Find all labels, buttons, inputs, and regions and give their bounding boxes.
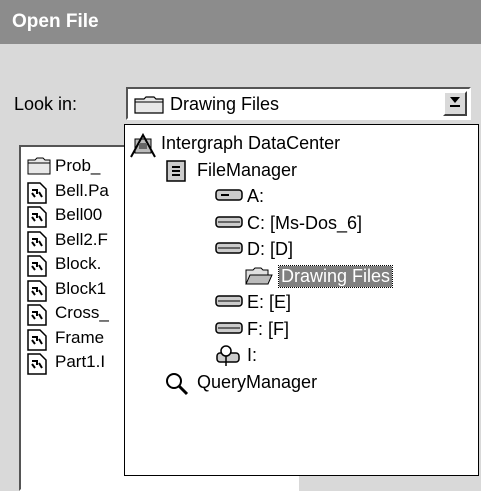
look-in-dropdown-list[interactable]: Intergraph DataCenter FileManager A: C: [Ms… [124,124,479,476]
file-name: Bell2.F [55,229,108,249]
filemanager-icon [165,159,187,187]
file-name: Bell00 [55,205,103,224]
file-icon [27,304,47,331]
dropdown-item-label: Drawing Files [277,264,394,288]
file-name: Frame [55,327,105,347]
dropdown-item-label: QueryManager [197,371,318,392]
file-name: Cross_ [55,303,109,322]
file-name: Prob_ [55,156,101,175]
hard-drive-icon [215,292,243,313]
file-icon [27,230,47,258]
floppy-drive-icon [215,186,243,207]
folder-icon [27,157,51,180]
file-name: Block. [55,254,102,273]
file-name: Bell.Pa [55,180,109,200]
down-arrow-icon [450,97,460,107]
hard-drive-icon [215,213,243,234]
file-icon [27,279,47,307]
look-in-combobox[interactable]: Drawing Files [126,87,471,120]
file-name: Part1.I [55,352,106,371]
file-icon [27,328,47,356]
look-in-label: Look in: [14,94,78,114]
file-icon [27,353,47,380]
dropdown-item-label: F: [F] [247,318,289,339]
hard-drive-icon [215,239,243,260]
datacenter-icon [129,132,157,164]
dropdown-item-label: D: [D] [247,239,294,259]
window-title: Open File [12,11,99,32]
dropdown-item-label: C: [Ms-Dos_6] [247,212,363,233]
folder-icon [134,96,164,114]
look-in-value: Drawing Files [170,94,280,114]
file-icon [27,181,47,209]
magnifier-icon [165,372,189,401]
hard-drive-icon [215,319,243,340]
file-icon [27,206,47,233]
network-drive-icon [215,345,243,372]
dropdown-item-label: FileManager [197,159,298,180]
dropdown-item-label: E: [E] [247,292,292,312]
file-name: Block1 [55,278,107,298]
dropdown-item-label: Intergraph DataCenter [161,133,341,153]
dropdown-item-label: I: [247,345,258,365]
file-icon [27,255,47,282]
open-folder-icon [245,266,273,291]
dropdown-item-label: A: [247,186,265,206]
dropdown-button[interactable] [443,91,467,116]
title-bar: Open File [0,0,481,44]
